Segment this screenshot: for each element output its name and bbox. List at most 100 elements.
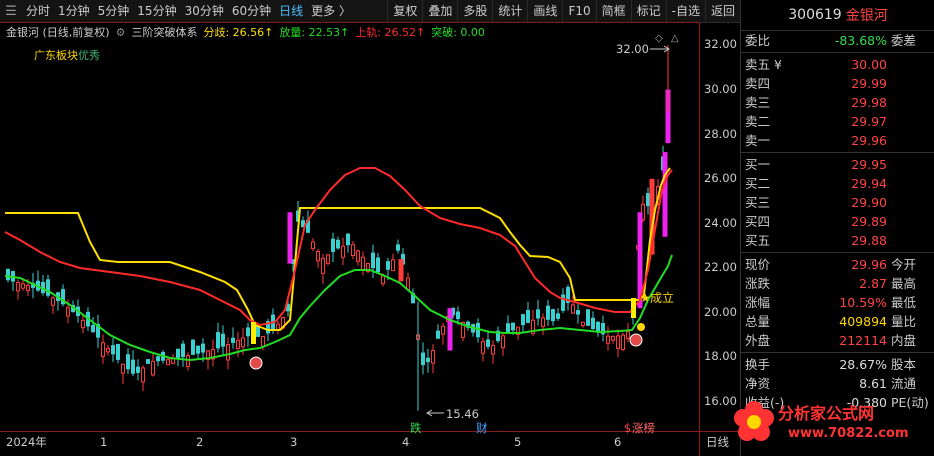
candle-body bbox=[361, 256, 365, 271]
x-tick-label: 2024年 bbox=[6, 435, 47, 449]
stock-code: 300619 bbox=[788, 7, 842, 23]
buy-label: 买一 bbox=[745, 157, 771, 172]
buy-orderbook: 买一 29.95 买二 29.94 买三 29.90 买四 29.89 买五 29.88 bbox=[741, 155, 934, 250]
buy-price: 29.94 bbox=[851, 176, 887, 191]
stat-value: 10.59% bbox=[839, 295, 887, 310]
grid-menu-icon[interactable]: ☰ bbox=[0, 0, 22, 22]
stock-name: 金银河 bbox=[845, 8, 888, 24]
period-tab-more[interactable]: 更多 〉 bbox=[307, 0, 355, 22]
diamond-icon[interactable]: ◇ bbox=[655, 33, 663, 44]
x-tick-label: 5 bbox=[514, 435, 521, 449]
site-watermark: 分析家公式网 www.70822.com bbox=[730, 394, 930, 452]
tongji-button[interactable]: 统计 bbox=[492, 0, 527, 22]
die-event-label[interactable]: 跌 bbox=[410, 421, 422, 435]
period-tab-fenshi[interactable]: 分时 bbox=[22, 0, 54, 22]
candle-body bbox=[596, 321, 600, 332]
back-button[interactable]: 返回 bbox=[704, 0, 740, 22]
stat-row: 涨跌 2.87 最高 bbox=[741, 274, 934, 293]
candle-body bbox=[201, 343, 205, 353]
candlestick-series bbox=[6, 45, 671, 411]
cai-event-label[interactable]: 财 bbox=[476, 421, 488, 435]
buy-row[interactable]: 买二 29.94 bbox=[741, 174, 934, 193]
sell-row[interactable]: 卖一 29.96 bbox=[741, 131, 934, 150]
candle-body bbox=[81, 319, 85, 329]
candle-body bbox=[191, 339, 195, 355]
stat-value: 409894 bbox=[839, 314, 887, 329]
fenqi-value: 分歧: 26.56↑ bbox=[203, 26, 274, 39]
biaoji-button[interactable]: 标记 bbox=[630, 0, 666, 22]
x-axis-labels: 2024年 1 2 3 4 5 6 日线 bbox=[6, 435, 729, 449]
weibi-row: 委比 -83.68% 委差 bbox=[741, 31, 934, 50]
buy-row[interactable]: 买一 29.95 bbox=[741, 155, 934, 174]
sell-label: 卖二 bbox=[745, 114, 771, 129]
candle-body bbox=[556, 313, 560, 319]
fuquan-button[interactable]: 复权 bbox=[387, 0, 422, 22]
candle-body bbox=[216, 332, 220, 349]
high-label: 32.00 bbox=[616, 42, 649, 56]
candle-body bbox=[256, 326, 260, 337]
period-tab-1min[interactable]: 1分钟 bbox=[54, 0, 94, 22]
y-tick-label: 28.00 bbox=[704, 127, 737, 141]
candle-body bbox=[26, 284, 30, 292]
candle-body bbox=[521, 314, 525, 326]
sell-row[interactable]: 卖四 29.99 bbox=[741, 74, 934, 93]
candle-body bbox=[456, 311, 460, 320]
period-toolbar: ☰ 分时 1分钟 5分钟 15分钟 30分钟 60分钟 日线 更多 〉 复权 叠… bbox=[0, 0, 740, 23]
candle-body bbox=[396, 244, 400, 251]
candle-body bbox=[586, 309, 590, 326]
f10-button[interactable]: F10 bbox=[562, 0, 595, 22]
kline-chart[interactable]: 32.00 30.00 28.00 26.00 24.00 22.00 20.0… bbox=[0, 22, 740, 456]
y-axis-ticks: 32.00 30.00 28.00 26.00 24.00 22.00 20.0… bbox=[704, 37, 737, 408]
candle-body bbox=[376, 257, 380, 273]
sell-row[interactable]: 卖五 ¥ 30.00 bbox=[741, 55, 934, 74]
buy-row[interactable]: 买四 29.89 bbox=[741, 212, 934, 231]
fangliang-value: 放量: 22.53↑ bbox=[279, 26, 350, 39]
stat-row: 总量 409894 量比 bbox=[741, 312, 934, 331]
signal-circle-icon[interactable] bbox=[629, 333, 643, 347]
sell-label: 卖五 ¥ bbox=[745, 57, 782, 72]
candle-body bbox=[606, 335, 610, 344]
candle-body bbox=[591, 317, 595, 330]
caret-up-icon[interactable]: △ bbox=[671, 33, 679, 44]
buy-price: 29.89 bbox=[851, 214, 887, 229]
x-tick-label: 日线 bbox=[706, 435, 729, 449]
candle-body bbox=[246, 327, 250, 337]
candle-body bbox=[551, 309, 555, 322]
buy-label: 买二 bbox=[745, 176, 771, 191]
huaxian-button[interactable]: 画线 bbox=[527, 0, 562, 22]
duogu-button[interactable]: 多股 bbox=[457, 0, 492, 22]
sell-label: 卖三 bbox=[745, 95, 771, 110]
candle-body bbox=[426, 357, 430, 363]
buy-price: 29.90 bbox=[851, 195, 887, 210]
candle-body bbox=[536, 309, 540, 319]
indicator-name[interactable]: 三阶突破体系 bbox=[131, 24, 197, 40]
period-tab-60min[interactable]: 60分钟 bbox=[228, 0, 275, 22]
candle-body bbox=[421, 352, 425, 366]
signal-circle-icon[interactable] bbox=[249, 356, 263, 370]
sell-row[interactable]: 卖二 29.97 bbox=[741, 112, 934, 131]
candle-body bbox=[146, 359, 150, 364]
candle-body bbox=[141, 367, 145, 383]
candle-body bbox=[616, 335, 620, 350]
diejia-button[interactable]: 叠加 bbox=[422, 0, 457, 22]
zixuan-button[interactable]: -自选 bbox=[665, 0, 705, 22]
period-tab-15min[interactable]: 15分钟 bbox=[133, 0, 180, 22]
dollar-event-label[interactable]: $ bbox=[624, 421, 631, 435]
stat-label: 涨跌 bbox=[745, 276, 771, 291]
sell-row[interactable]: 卖三 29.98 bbox=[741, 93, 934, 112]
sell-orderbook: 卖五 ¥ 30.00 卖四 29.99 卖三 29.98 卖二 29.97 卖一 29.9… bbox=[741, 55, 934, 150]
jiankuang-button[interactable]: 简框 bbox=[595, 0, 631, 22]
gear-icon[interactable]: ⚙ bbox=[116, 26, 126, 39]
candle-body bbox=[326, 254, 330, 264]
stat-right-label: 最高 bbox=[891, 276, 917, 291]
candle-body bbox=[546, 305, 550, 320]
coin-icon[interactable] bbox=[637, 323, 645, 331]
period-tab-daily[interactable]: 日线 bbox=[275, 0, 307, 22]
buy-row[interactable]: 买三 29.90 bbox=[741, 193, 934, 212]
zhangbang-event-label[interactable]: 涨榜 bbox=[632, 421, 655, 435]
buy-row[interactable]: 买五 29.88 bbox=[741, 231, 934, 250]
period-tab-30min[interactable]: 30分钟 bbox=[181, 0, 228, 22]
candle-body bbox=[356, 250, 360, 262]
x-tick-label: 2 bbox=[196, 435, 203, 449]
period-tab-5min[interactable]: 5分钟 bbox=[94, 0, 134, 22]
